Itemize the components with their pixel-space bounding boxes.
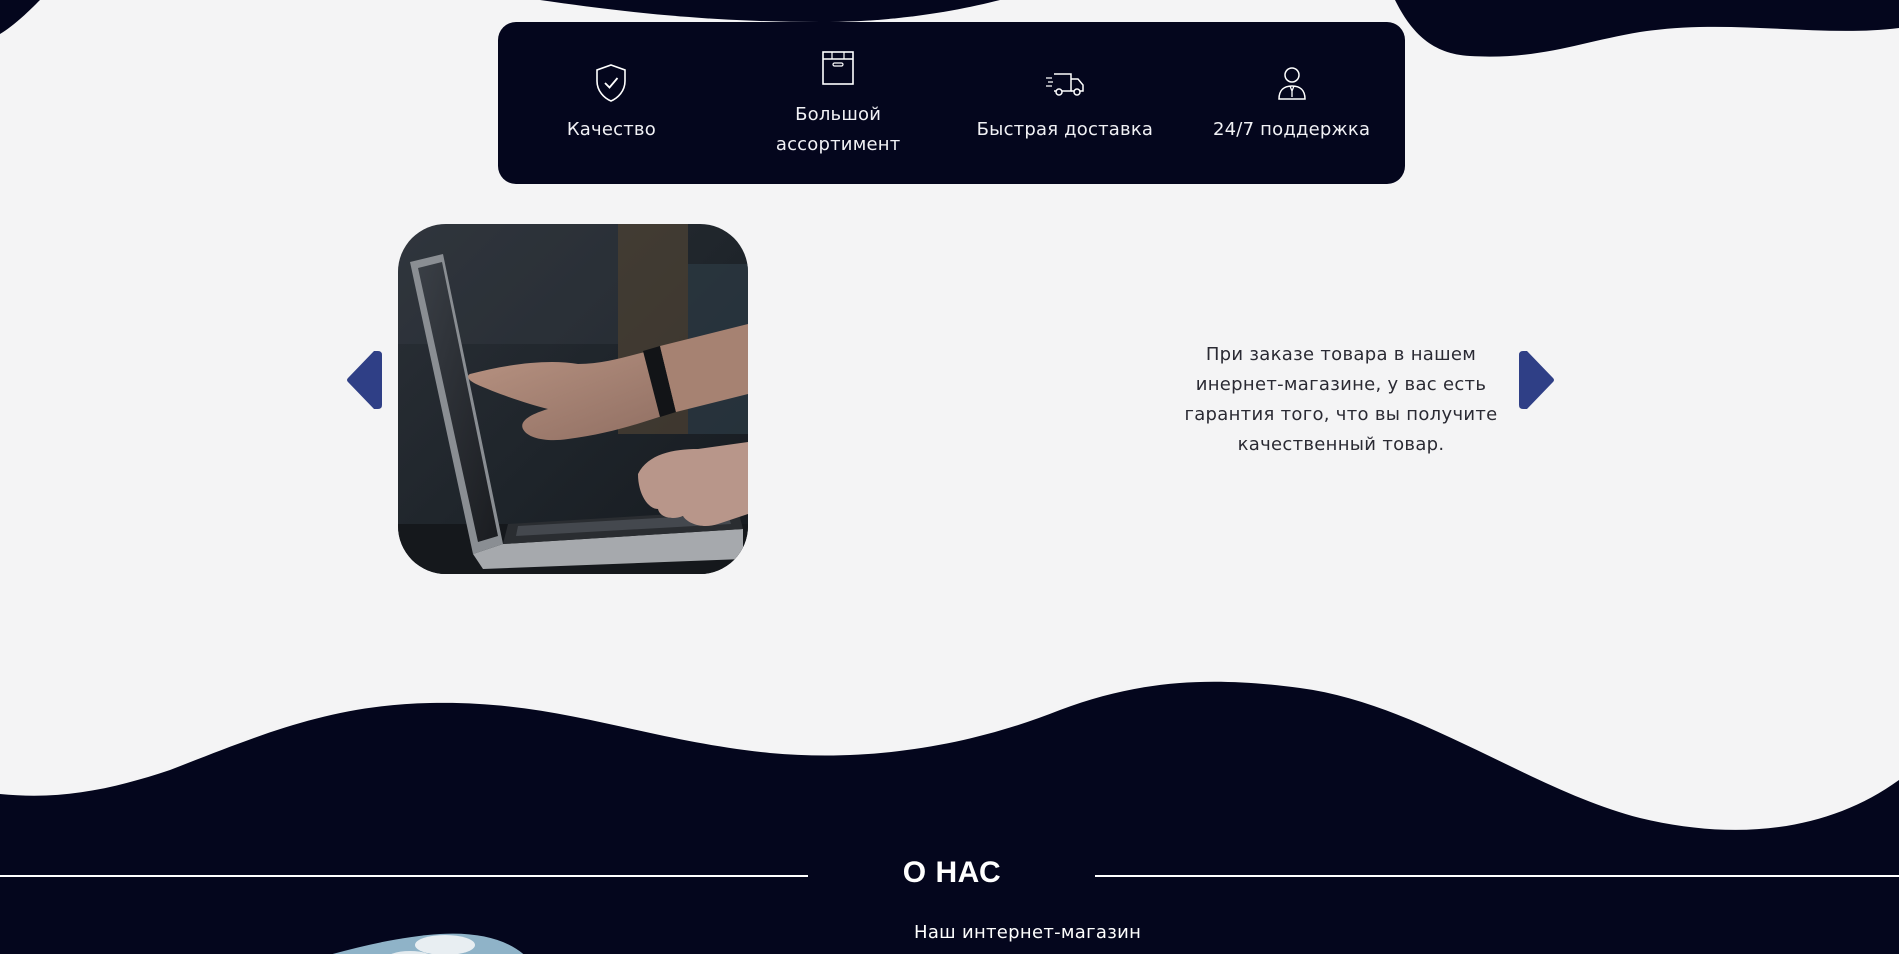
feature-quality: Качество	[498, 61, 725, 145]
feature-delivery: Быстрая доставка	[952, 61, 1179, 145]
feature-label: Быстрая доставка	[976, 119, 1154, 140]
laptop-hands-image	[398, 224, 748, 574]
support-agent-icon	[1277, 67, 1306, 100]
features-bar: Качество Большой ассортимент Быстрая дос…	[498, 22, 1405, 184]
about-image	[332, 933, 524, 954]
feature-support: 24/7 поддержка	[1178, 61, 1405, 145]
slider-next-button[interactable]	[1519, 349, 1555, 411]
feature-label: 24/7 поддержка	[1213, 119, 1371, 140]
shield-check-icon	[596, 64, 627, 102]
slider-prev-button[interactable]	[346, 349, 382, 411]
about-divider-left	[0, 875, 808, 877]
feature-assortment: Большой ассортимент	[725, 46, 952, 160]
about-text: Наш интернет-магазин	[914, 922, 1142, 943]
box-icon	[822, 51, 854, 85]
about-title: О НАС	[902, 856, 1002, 889]
about-divider-right	[1095, 875, 1899, 877]
feature-label: Качество	[566, 119, 656, 140]
slide-text: При заказе товара в нашем инернет-магази…	[1184, 344, 1498, 455]
chevron-left-icon	[347, 351, 382, 409]
truck-icon	[1045, 73, 1084, 96]
slide-image	[398, 224, 748, 574]
feature-label: Большой ассортимент	[775, 104, 901, 155]
chevron-right-icon	[1519, 351, 1554, 409]
page: Качество Большой ассортимент Быстрая дос…	[0, 0, 1899, 954]
